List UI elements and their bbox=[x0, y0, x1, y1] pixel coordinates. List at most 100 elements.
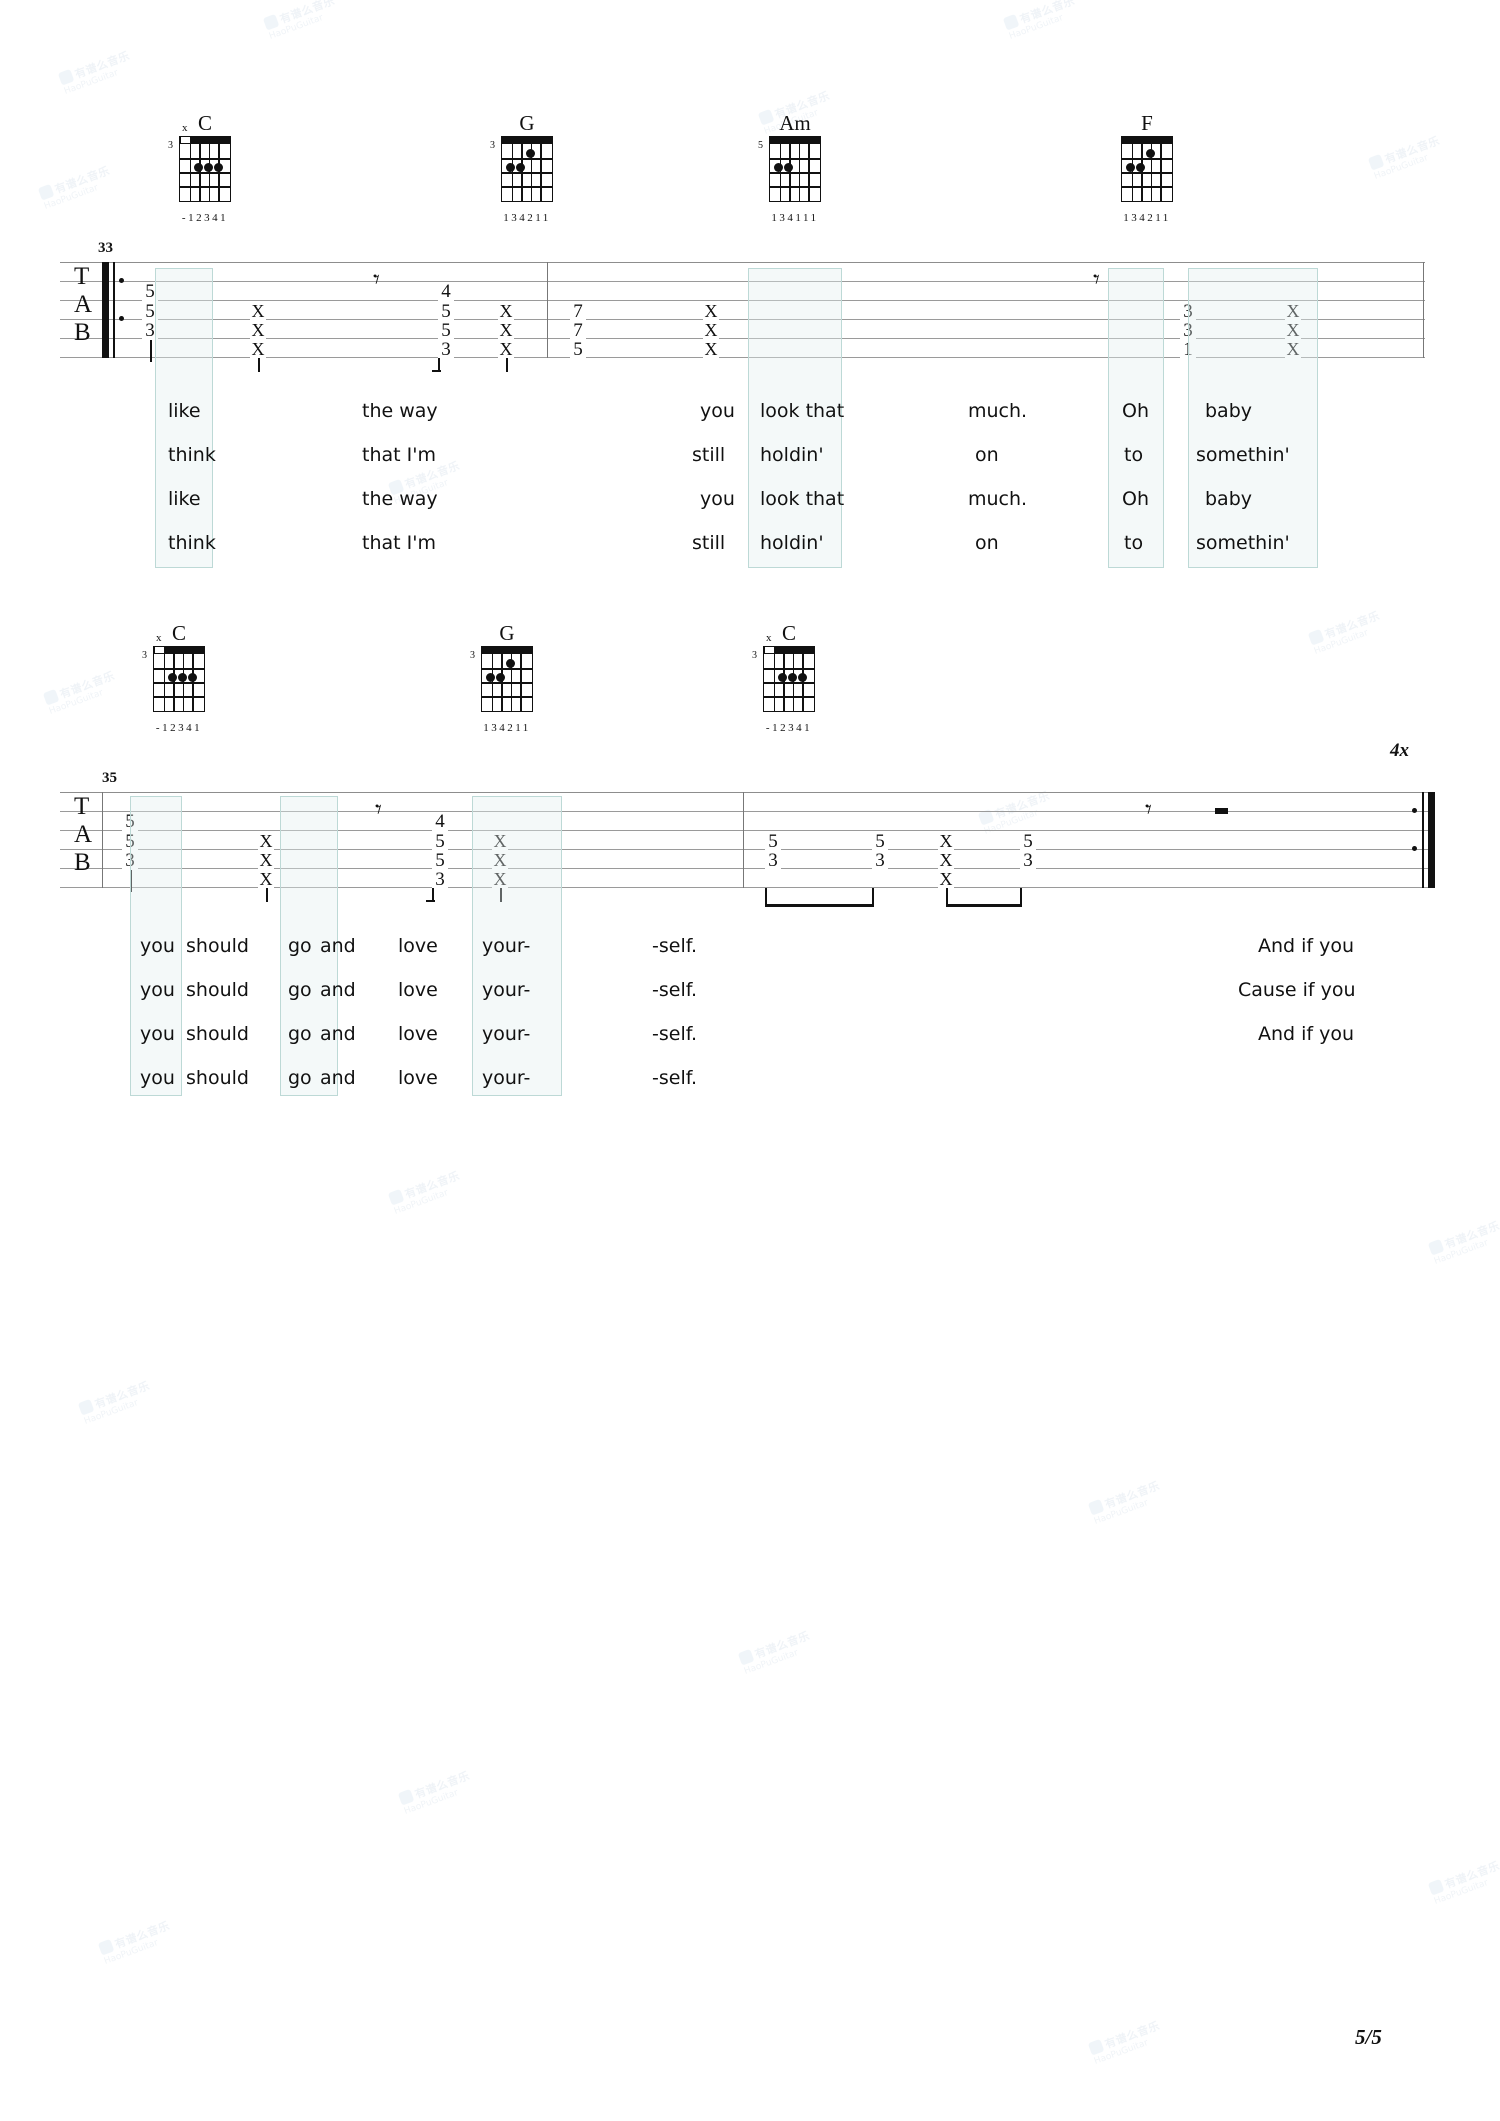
mute-x: X bbox=[938, 850, 954, 870]
tab-note: 3 bbox=[432, 870, 448, 889]
tab-clef-letter: B bbox=[74, 319, 91, 346]
repeat-dot bbox=[1412, 846, 1417, 851]
chord-diagram-c: C x 3 -12341 bbox=[142, 620, 216, 734]
nut-bar bbox=[501, 136, 553, 144]
tab-note: 5 bbox=[765, 832, 781, 851]
lyric-syllable: the way bbox=[362, 488, 438, 510]
repeat-heavy-barline bbox=[102, 262, 109, 358]
lyric-syllable: on bbox=[975, 532, 999, 554]
lyric-syllable: should bbox=[186, 979, 249, 1001]
nut-bar bbox=[1121, 136, 1173, 144]
lyric-syllable: love bbox=[398, 979, 438, 1001]
lyric-syllable: like bbox=[168, 488, 201, 510]
chord-name: C bbox=[171, 621, 186, 645]
lyric-syllable: should bbox=[186, 1023, 249, 1045]
watermark: 有谱么音乐 HaoPuGuitar bbox=[387, 1168, 466, 1218]
finger-dot bbox=[788, 673, 797, 682]
lyric-syllable: still bbox=[692, 444, 726, 466]
lyric-syllable: Cause if you bbox=[1238, 979, 1356, 1001]
lyric-syllable: you bbox=[140, 935, 175, 957]
mute-x: X bbox=[250, 301, 266, 321]
muted-string-marker: x bbox=[182, 122, 188, 134]
base-fret-label: 3 bbox=[752, 650, 757, 661]
repeat-count-label: 4x bbox=[1390, 740, 1409, 761]
mute-x: X bbox=[498, 339, 514, 359]
lyric-syllable: on bbox=[975, 444, 999, 466]
tab-note: 5 bbox=[1020, 832, 1036, 851]
lyric-syllable: like bbox=[168, 400, 201, 422]
lyric-syllable: love bbox=[398, 1023, 438, 1045]
lyric-syllable: go bbox=[288, 1067, 312, 1089]
chord-name: Am bbox=[779, 111, 811, 135]
tab-clef-letter: A bbox=[74, 291, 93, 318]
nut-bar bbox=[481, 646, 533, 654]
finger-dot bbox=[194, 163, 203, 172]
lyric-syllable: should bbox=[186, 1067, 249, 1089]
lyric-syllable: -self. bbox=[652, 979, 698, 1001]
barline bbox=[1423, 262, 1425, 358]
lyric-syllable: go bbox=[288, 935, 312, 957]
mute-x: X bbox=[938, 831, 954, 851]
lyric-syllable: And if you bbox=[1258, 935, 1355, 957]
fret-grid bbox=[763, 654, 815, 712]
lyric-syllable: your- bbox=[482, 979, 531, 1001]
lyric-syllable: baby bbox=[1205, 488, 1253, 510]
lyric-syllable: and bbox=[320, 1023, 356, 1045]
tab-note: 5 bbox=[570, 340, 586, 359]
tab-note: 5 bbox=[438, 302, 454, 321]
barline bbox=[743, 792, 745, 888]
finger-numbers: -12341 bbox=[155, 722, 203, 734]
lyric-syllable: much. bbox=[968, 488, 1028, 510]
note-flag bbox=[432, 370, 441, 372]
lyric-syllable: and bbox=[320, 935, 356, 957]
eighth-rest: 𝄾 bbox=[373, 265, 380, 295]
tab-note: 3 bbox=[765, 851, 781, 870]
lyric-syllable: you bbox=[140, 979, 175, 1001]
chord-diagram-g: G 3 134211 bbox=[490, 110, 564, 224]
repeat-heavy-barline bbox=[1428, 792, 1435, 888]
finger-dot bbox=[486, 673, 495, 682]
base-fret-label: 3 bbox=[168, 140, 173, 151]
eighth-rest: 𝄾 bbox=[1145, 795, 1152, 825]
note-beam bbox=[765, 904, 874, 907]
tab-clef-letter: T bbox=[74, 793, 90, 820]
note-stem bbox=[258, 358, 260, 372]
tab-staff-2: T A B 35 5 5 3 X X X 𝄾 4 5 5 3 X X X 5 3… bbox=[60, 770, 1435, 907]
finger-dot bbox=[214, 163, 223, 172]
finger-dot bbox=[506, 163, 515, 172]
repeat-thin-barline bbox=[1422, 792, 1424, 888]
finger-dot bbox=[774, 163, 783, 172]
finger-numbers: 134211 bbox=[1123, 212, 1171, 224]
finger-numbers: 134111 bbox=[771, 212, 819, 224]
open-string-gap bbox=[154, 647, 164, 653]
lyric-syllable: somethin' bbox=[1196, 444, 1290, 466]
chord-name: F bbox=[1141, 111, 1153, 135]
chord-diagram-am: Am 5 134111 bbox=[758, 110, 832, 224]
watermark: 有谱么音乐 HaoPuGuitar bbox=[1307, 608, 1386, 658]
lyric-syllable: you bbox=[140, 1023, 175, 1045]
tab-note: 5 bbox=[432, 832, 448, 851]
watermark: 有谱么音乐 HaoPuGuitar bbox=[57, 48, 136, 98]
lyric-syllable: and bbox=[320, 979, 356, 1001]
lyric-syllable: think bbox=[168, 532, 216, 554]
mute-x: X bbox=[703, 339, 719, 359]
lyric-syllable: think bbox=[168, 444, 216, 466]
lyric-syllable: much. bbox=[968, 400, 1028, 422]
watermark: 有谱么音乐 HaoPuGuitar bbox=[37, 163, 116, 213]
chord-diagram-g: G 3 134211 bbox=[470, 620, 544, 734]
lyric-syllable: that I'm bbox=[362, 444, 436, 466]
chord-name: C bbox=[197, 111, 212, 135]
barline bbox=[102, 792, 104, 888]
lyric-syllable: Oh bbox=[1122, 400, 1149, 422]
tab-clef-letter: A bbox=[74, 821, 93, 848]
lyric-syllable: you bbox=[140, 1067, 175, 1089]
watermark: 有谱么音乐 HaoPuGuitar bbox=[1087, 2018, 1166, 2068]
quarter-rest-bar bbox=[1215, 808, 1228, 814]
tab-note: 5 bbox=[432, 851, 448, 870]
chord-name: C bbox=[781, 621, 796, 645]
tab-note: 4 bbox=[438, 282, 454, 301]
repeat-thin-barline bbox=[113, 262, 115, 358]
nut-bar bbox=[769, 136, 821, 144]
muted-string-marker: x bbox=[156, 632, 162, 644]
finger-dot bbox=[178, 673, 187, 682]
